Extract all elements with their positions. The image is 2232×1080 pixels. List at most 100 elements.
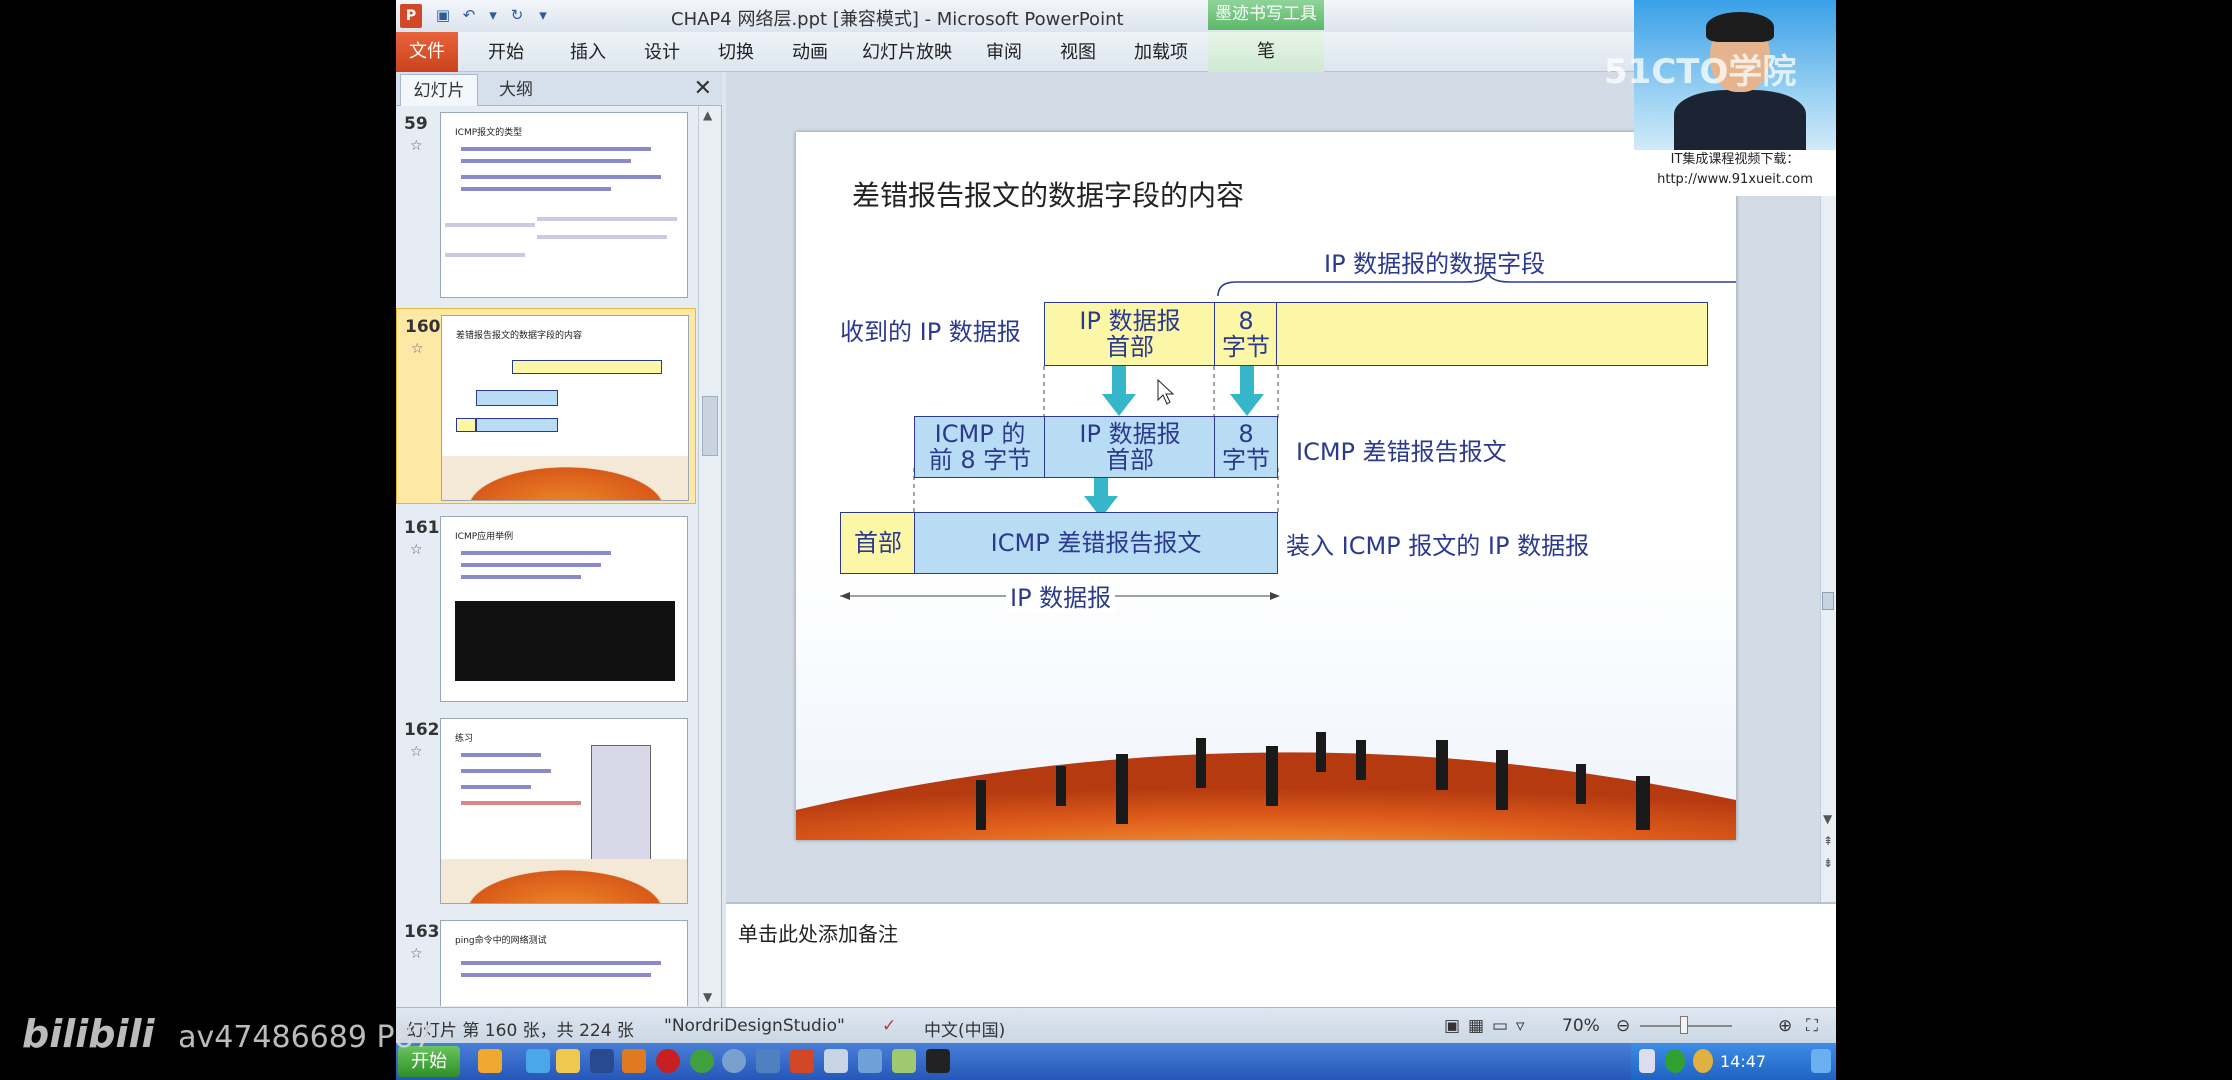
show-desktop-icon[interactable] (1811, 1049, 1831, 1073)
spellcheck-icon[interactable]: ✓ (882, 1016, 896, 1036)
row3-header-box[interactable]: 首部 (840, 512, 916, 574)
ie-icon[interactable] (690, 1049, 714, 1073)
thumbnail-item[interactable]: 162 ☆ 练习 (396, 712, 696, 908)
zoom-out-icon[interactable]: ⊖ (1616, 1016, 1630, 1036)
video-watermark: bilibili av47486689 P87 (22, 1012, 433, 1056)
taskbar: 开始 14:47 (396, 1043, 1836, 1080)
tab-outline[interactable]: 大纲 (480, 74, 552, 106)
tab-animations[interactable]: 动画 (788, 38, 832, 68)
normal-view-icon[interactable]: ▣ (1444, 1016, 1460, 1036)
slide-thumbnail[interactable]: ping命令中的网络测试 (440, 920, 688, 1006)
slide-editor: 差错报告报文的数据字段的内容 IP 数据报的数据字段 收到的 IP 数据报 IP… (726, 72, 1836, 902)
slide-number: 163 (404, 922, 440, 942)
pane-tabs: 幻灯片 大纲 ✕ (396, 72, 722, 106)
tray-icon[interactable] (1693, 1049, 1713, 1073)
folder-icon[interactable] (556, 1049, 580, 1073)
tab-transitions[interactable]: 切换 (714, 38, 758, 68)
slide-thumbnail[interactable]: ICMP应用举例 (440, 516, 688, 702)
app-icon[interactable] (722, 1049, 746, 1073)
ip-datagram-label: IP 数据报 (1006, 578, 1116, 613)
row2-8bytes-box[interactable]: 8 字节 (1214, 416, 1278, 478)
row2-ip-header-box[interactable]: IP 数据报 首部 (1044, 416, 1216, 478)
mouse-cursor-icon (1157, 378, 1175, 405)
previous-slide-icon[interactable]: ⇞ (1823, 834, 1833, 848)
slide-number: 161 (404, 518, 440, 538)
undo-icon[interactable]: ↶ (458, 4, 480, 26)
row3-icmp-body-box[interactable]: ICMP 差错报告报文 (914, 512, 1278, 574)
animation-star-icon: ☆ (410, 138, 423, 154)
notes-pane[interactable]: 单击此处添加备注 (726, 902, 1836, 1007)
thumbnail-title: 差错报告报文的数据字段的内容 (456, 331, 583, 341)
thumbnail-title: ping命令中的网络测试 (455, 936, 547, 946)
thumbnail-title: ICMP应用举例 (455, 532, 514, 542)
cmd-icon[interactable] (926, 1049, 950, 1073)
app-icon[interactable] (756, 1049, 780, 1073)
thumbnail-scrollbar[interactable]: ▲ ▼ (698, 106, 720, 1006)
video-id: av47486689 P87 (178, 1020, 433, 1055)
undo-dropdown-icon[interactable]: ▾ (482, 4, 504, 26)
tab-slides[interactable]: 幻灯片 (400, 74, 478, 106)
save-icon[interactable]: ▣ (432, 4, 454, 26)
animation-star-icon: ☆ (410, 542, 423, 558)
zoom-level[interactable]: 70% (1562, 1016, 1600, 1036)
thumbnail-list: 59 ☆ ICMP报文的类型 160 ☆ 差错报告报文的数据字段的内容 161 … (396, 106, 696, 1006)
tab-pen[interactable]: 笔 (1208, 32, 1324, 72)
powerpoint-task-icon[interactable] (790, 1049, 814, 1073)
row2-icmp-8bytes-box[interactable]: ICMP 的 前 8 字节 (914, 416, 1046, 478)
zoom-in-icon[interactable]: ⊕ (1778, 1016, 1792, 1036)
app-icon[interactable] (478, 1049, 502, 1073)
horizon-illustration (796, 732, 1736, 840)
scroll-down-icon[interactable]: ▼ (1823, 812, 1832, 826)
ink-tools-group: 墨迹书写工具 (1208, 0, 1324, 30)
scrollbar-thumb[interactable] (1822, 592, 1834, 610)
zoom-slider-knob[interactable] (1680, 1016, 1688, 1034)
tab-home[interactable]: 开始 (484, 38, 528, 68)
slide-canvas[interactable]: 差错报告报文的数据字段的内容 IP 数据报的数据字段 收到的 IP 数据报 IP… (796, 132, 1736, 840)
slideshow-view-icon[interactable]: ▿ (1516, 1016, 1525, 1036)
slide-scrollbar[interactable]: ▼ ⇞ ⇟ (1820, 72, 1836, 902)
app-icon[interactable] (824, 1049, 848, 1073)
next-slide-icon[interactable]: ⇟ (1823, 856, 1833, 870)
tab-view[interactable]: 视图 (1056, 38, 1100, 68)
presenter-hair (1706, 12, 1774, 42)
caption-url: http://www.91xueit.com (1657, 172, 1813, 187)
tab-addins[interactable]: 加载项 (1130, 38, 1192, 68)
tab-design[interactable]: 设计 (640, 38, 684, 68)
reading-view-icon[interactable]: ▭ (1492, 1016, 1508, 1036)
app-icon[interactable] (892, 1049, 916, 1073)
tab-insert[interactable]: 插入 (566, 38, 610, 68)
tray-expand-icon[interactable] (1639, 1049, 1655, 1073)
slide-thumbnail[interactable]: ICMP报文的类型 (440, 112, 688, 298)
thumbnail-title: ICMP报文的类型 (455, 128, 523, 138)
slide-thumbnail[interactable]: 练习 (440, 718, 688, 904)
close-icon[interactable]: ✕ (694, 76, 712, 101)
tray-icon[interactable] (1665, 1049, 1685, 1073)
tab-slideshow[interactable]: 幻灯片放映 (862, 38, 952, 68)
tab-file[interactable]: 文件 (396, 32, 458, 72)
fit-to-window-icon[interactable]: ⛶ (1806, 1016, 1818, 1036)
media-player-icon[interactable] (656, 1049, 680, 1073)
thumbnail-item-selected[interactable]: 160 ☆ 差错报告报文的数据字段的内容 (396, 308, 696, 504)
app-icon[interactable] (590, 1049, 614, 1073)
animation-star-icon: ☆ (410, 946, 423, 962)
app-icon[interactable] (622, 1049, 646, 1073)
thumbnail-title: 练习 (455, 734, 474, 744)
thumbnail-item[interactable]: 161 ☆ ICMP应用举例 (396, 510, 696, 706)
slide-sorter-icon[interactable]: ▦ (1468, 1016, 1484, 1036)
thumbnail-item[interactable]: 163 ☆ ping命令中的网络测试 (396, 914, 696, 1006)
scrollbar-thumb[interactable] (702, 396, 718, 456)
powerpoint-icon[interactable]: P (400, 4, 422, 28)
scroll-up-icon[interactable]: ▲ (703, 108, 712, 122)
app-icon[interactable] (858, 1049, 882, 1073)
browser-icon[interactable] (526, 1049, 550, 1073)
webcam-caption: IT集成课程视频下载： http://www.91xueit.com (1634, 150, 1836, 196)
language-indicator[interactable]: 中文(中国) (924, 1016, 1005, 1041)
notes-placeholder[interactable]: 单击此处添加备注 (738, 918, 898, 947)
tab-review[interactable]: 审阅 (982, 38, 1026, 68)
down-arrow-icon (1230, 366, 1264, 416)
customize-qat-icon[interactable]: ▾ (532, 4, 554, 26)
scroll-down-icon[interactable]: ▼ (703, 990, 712, 1004)
slide-thumbnail[interactable]: 差错报告报文的数据字段的内容 (441, 315, 689, 501)
thumbnail-item[interactable]: 59 ☆ ICMP报文的类型 (396, 106, 696, 302)
redo-icon[interactable]: ↻ (506, 4, 528, 26)
